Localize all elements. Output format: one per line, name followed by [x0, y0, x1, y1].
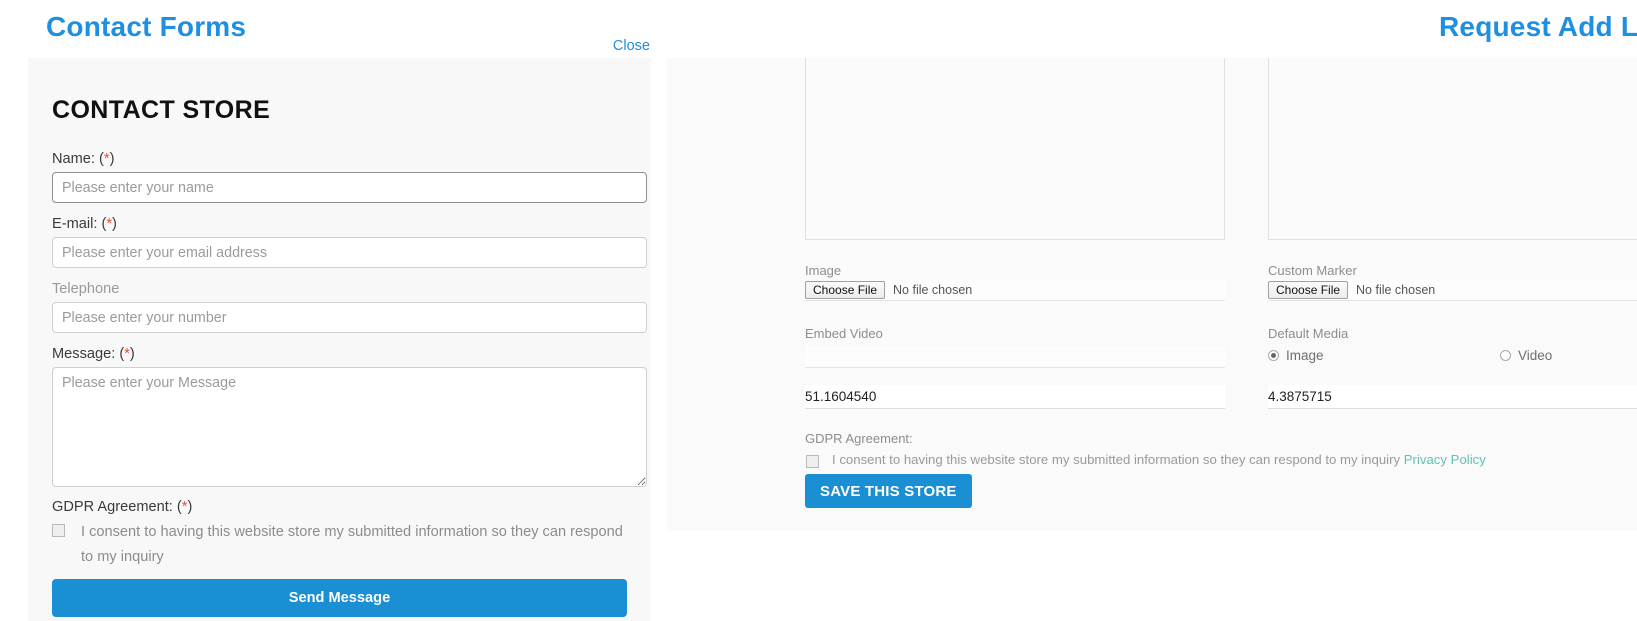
- custom-marker-preview-box: [1268, 58, 1637, 240]
- locations-form-card: Image Choose File No file chosen Custom …: [667, 58, 1637, 531]
- custom-marker-choose-file-button[interactable]: Choose File: [1268, 281, 1349, 299]
- send-message-button[interactable]: Send Message: [52, 579, 627, 617]
- email-required-marker: (*): [101, 216, 117, 232]
- page-root: Contact Forms Close CONTACT STORE Name: …: [0, 0, 1637, 621]
- locations-gdpr-row: I consent to having this website store m…: [806, 451, 1486, 468]
- default-media-option-image[interactable]: Image: [1268, 348, 1324, 363]
- locations-gdpr-consent-text: I consent to having this website store m…: [832, 452, 1401, 467]
- locations-gdpr-label: GDPR Agreement:: [805, 431, 913, 446]
- save-this-store-button[interactable]: SAVE THIS STORE: [805, 474, 972, 508]
- privacy-policy-link[interactable]: Privacy Policy: [1404, 452, 1486, 467]
- gdpr-label: GDPR Agreement: (*): [52, 499, 627, 515]
- name-required-marker: (*): [99, 151, 115, 167]
- longitude-input[interactable]: 4.3875715: [1268, 385, 1637, 409]
- custom-marker-field-label: Custom Marker: [1268, 263, 1357, 278]
- email-label-text: E-mail:: [52, 216, 98, 232]
- name-label-text: Name:: [52, 151, 95, 167]
- locations-gdpr-checkbox[interactable]: [806, 455, 819, 468]
- gdpr-label-text: GDPR Agreement:: [52, 499, 173, 515]
- image-choose-file-button[interactable]: Choose File: [805, 281, 886, 299]
- email-label: E-mail: (*): [52, 216, 627, 232]
- gdpr-required-marker: (*): [176, 499, 193, 515]
- gdpr-consent-checkbox[interactable]: [52, 524, 65, 537]
- custom-marker-file-status: No file chosen: [1356, 283, 1436, 297]
- message-label-text: Message:: [52, 346, 116, 362]
- gdpr-consent-text: I consent to having this website store m…: [81, 524, 623, 565]
- image-file-input[interactable]: Choose File No file chosen: [805, 280, 1225, 301]
- name-label: Name: (*): [52, 151, 627, 167]
- telephone-input[interactable]: [52, 302, 647, 333]
- default-media-image-label: Image: [1286, 348, 1324, 363]
- latitude-value: 51.1604540: [805, 389, 877, 404]
- image-file-status: No file chosen: [893, 283, 973, 297]
- image-preview-box: [805, 58, 1225, 240]
- contact-forms-panel: Contact Forms Close CONTACT STORE Name: …: [0, 0, 651, 621]
- request-add-locations-heading: Request Add Locations Form: [1439, 11, 1637, 42]
- latitude-input[interactable]: 51.1604540: [805, 385, 1225, 409]
- message-label: Message: (*): [52, 346, 627, 362]
- contact-store-card: CONTACT STORE Name: (*) E-mail: (*) Tele…: [28, 58, 651, 621]
- default-media-image-radio[interactable]: [1268, 350, 1279, 361]
- custom-marker-file-input[interactable]: Choose File No file chosen: [1268, 280, 1637, 301]
- embed-video-input[interactable]: [805, 346, 1225, 368]
- contact-forms-heading: Contact Forms: [46, 11, 247, 42]
- embed-video-label: Embed Video: [805, 326, 883, 341]
- message-textarea[interactable]: [52, 367, 647, 487]
- message-required-marker: (*): [119, 346, 135, 362]
- email-input[interactable]: [52, 237, 647, 268]
- locations-gdpr-text-wrap: I consent to having this website store m…: [832, 452, 1486, 467]
- contact-store-title: CONTACT STORE: [52, 96, 271, 124]
- default-media-option-video[interactable]: Video: [1500, 348, 1552, 363]
- name-input[interactable]: [52, 172, 647, 203]
- gdpr-consent-row: I consent to having this website store m…: [52, 520, 627, 570]
- longitude-value: 4.3875715: [1268, 389, 1332, 404]
- default-media-video-radio[interactable]: [1500, 350, 1511, 361]
- request-add-locations-panel: Request Add Locations Form Image Choose …: [651, 0, 1637, 621]
- image-field-label: Image: [805, 263, 842, 278]
- default-media-label: Default Media: [1268, 326, 1349, 341]
- close-link[interactable]: Close: [613, 38, 650, 54]
- default-media-video-label: Video: [1518, 348, 1553, 363]
- telephone-label: Telephone: [52, 281, 120, 297]
